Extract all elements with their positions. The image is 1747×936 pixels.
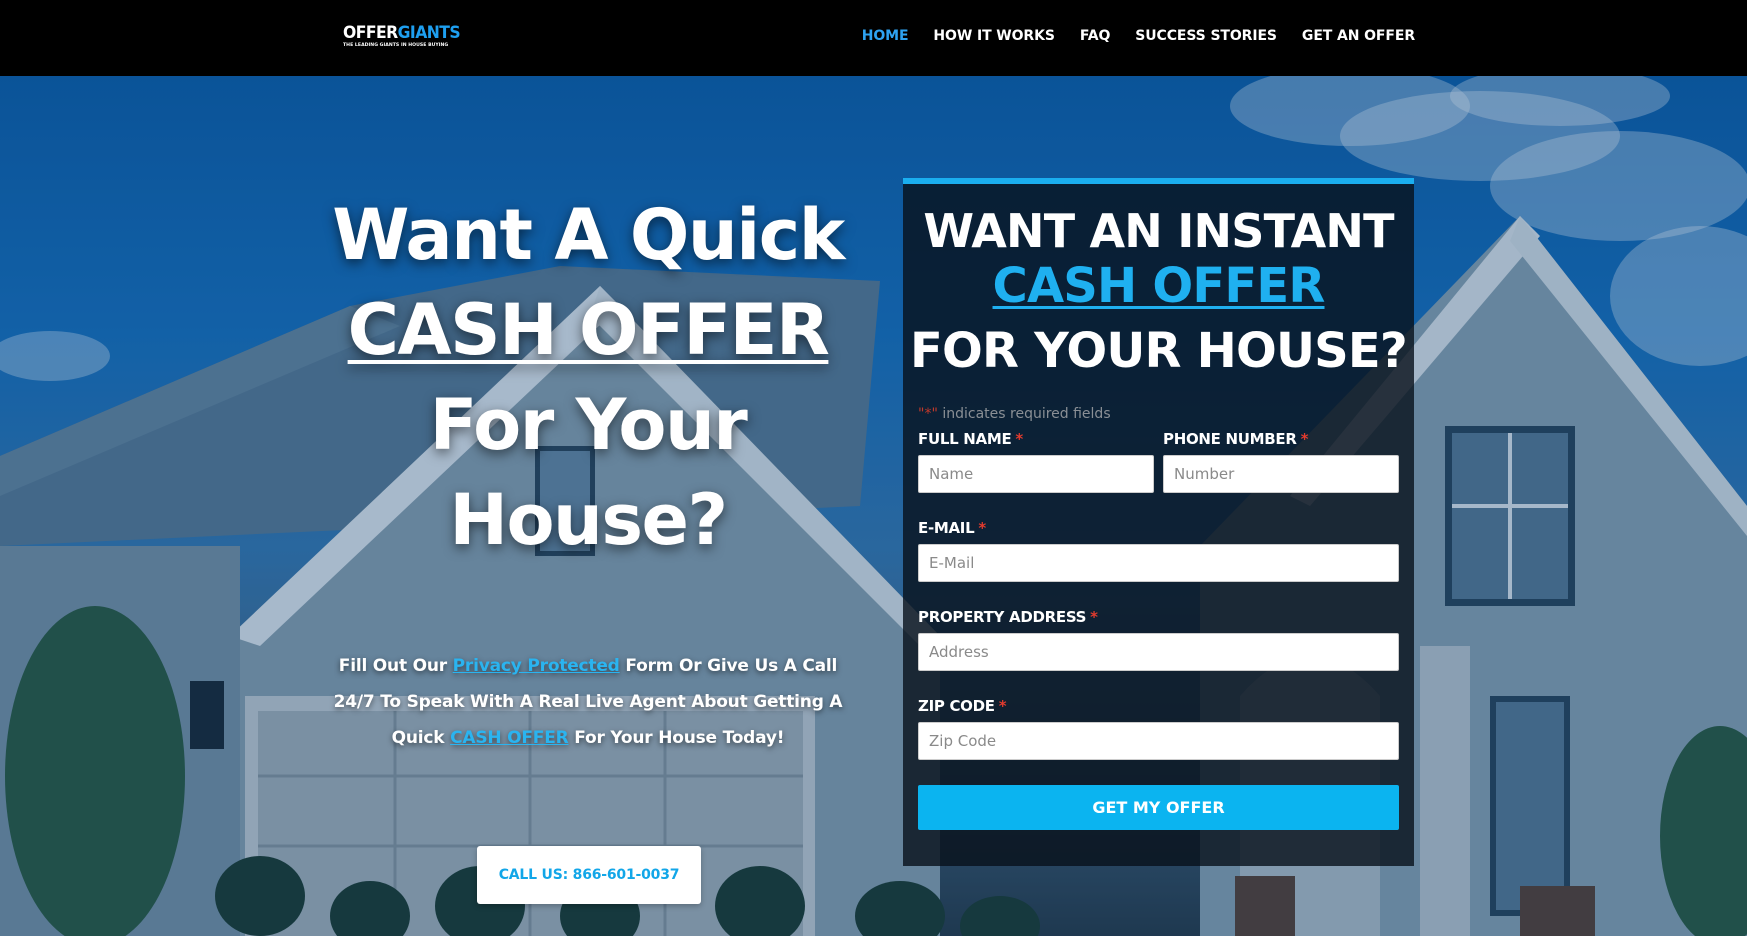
hero-headline-line-3: For Your: [429, 384, 748, 466]
cash-offer-link[interactable]: CASH OFFER: [450, 728, 569, 748]
phone-number-label-text: PHONE NUMBER: [1163, 430, 1297, 448]
full-name-label: FULL NAME *: [918, 430, 1023, 448]
logo-wordmark-main: OFFER: [343, 23, 398, 43]
zip-code-input[interactable]: [918, 722, 1399, 760]
hero-subtext: Fill Out Our Privacy Protected Form Or G…: [318, 648, 858, 756]
hero-subtext-part-3: For Your House Today!: [568, 728, 785, 748]
zip-code-label-text: ZIP CODE: [918, 697, 995, 715]
zip-code-label: ZIP CODE *: [918, 697, 1007, 715]
hero-subtext-part-1: Fill Out Our: [338, 656, 453, 676]
phone-number-label: PHONE NUMBER *: [1163, 430, 1308, 448]
property-address-required-star: *: [1090, 608, 1098, 626]
phone-number-required-star: *: [1300, 430, 1309, 448]
hero-section: Want A Quick CASH OFFER For Your House? …: [0, 76, 1747, 936]
form-heading-line-1: WANT AN INSTANT: [923, 204, 1394, 258]
property-address-label: PROPERTY ADDRESS *: [918, 608, 1098, 626]
email-input[interactable]: [918, 544, 1399, 582]
privacy-protected-link[interactable]: Privacy Protected: [453, 656, 620, 676]
offergiants-logo[interactable]: OFFERGIANTS THE LEADING GIANTS IN HOUSE …: [343, 24, 463, 52]
logo-tagline: THE LEADING GIANTS IN HOUSE BUYING: [343, 43, 449, 48]
form-heading-line-3: FOR YOUR HOUSE?: [910, 323, 1408, 379]
email-label-text: E-MAIL: [918, 519, 975, 537]
required-note-text: indicates required fields: [937, 406, 1111, 422]
zip-code-required-star: *: [998, 697, 1007, 715]
nav-how-it-works[interactable]: HOW IT WORKS: [933, 28, 1055, 44]
nav-home[interactable]: HOME: [862, 28, 909, 44]
form-heading: WANT AN INSTANT CASH OFFER FOR YOUR HOUS…: [903, 206, 1414, 386]
nav-success-stories[interactable]: SUCCESS STORIES: [1135, 28, 1277, 44]
nav-get-an-offer[interactable]: GET AN OFFER: [1302, 28, 1415, 44]
nav-faq[interactable]: FAQ: [1080, 28, 1111, 44]
full-name-input[interactable]: [918, 455, 1154, 493]
property-address-label-text: PROPERTY ADDRESS: [918, 608, 1087, 626]
email-required-star: *: [978, 519, 986, 537]
get-my-offer-button[interactable]: GET MY OFFER: [918, 785, 1399, 830]
offer-form-card: WANT AN INSTANT CASH OFFER FOR YOUR HOUS…: [903, 178, 1414, 866]
hero-headline-cash-offer: CASH OFFER: [347, 289, 830, 371]
full-name-label-text: FULL NAME: [918, 430, 1012, 448]
form-heading-cash-offer: CASH OFFER: [992, 258, 1326, 314]
phone-number-input[interactable]: [1163, 455, 1399, 493]
call-us-button[interactable]: CALL US: 866-601-0037: [477, 846, 701, 904]
property-address-input[interactable]: [918, 633, 1399, 671]
hero-headline-line-1: Want A Quick: [332, 194, 845, 276]
hero-headline: Want A Quick CASH OFFER For Your House?: [318, 188, 858, 568]
logo-wordmark-accent: GIANTS: [397, 23, 461, 43]
top-navbar: OFFERGIANTS THE LEADING GIANTS IN HOUSE …: [0, 0, 1747, 76]
main-nav: HOME HOW IT WORKS FAQ SUCCESS STORIES GE…: [837, 28, 1415, 44]
required-fields-note: "*" indicates required fields: [918, 406, 1111, 422]
full-name-required-star: *: [1015, 430, 1023, 448]
required-note-star: "*": [918, 406, 938, 422]
email-label: E-MAIL *: [918, 519, 986, 537]
logo-wordmark: OFFERGIANTS: [343, 23, 461, 43]
hero-overlay: [0, 76, 1747, 936]
hero-headline-line-4: House?: [449, 479, 728, 561]
